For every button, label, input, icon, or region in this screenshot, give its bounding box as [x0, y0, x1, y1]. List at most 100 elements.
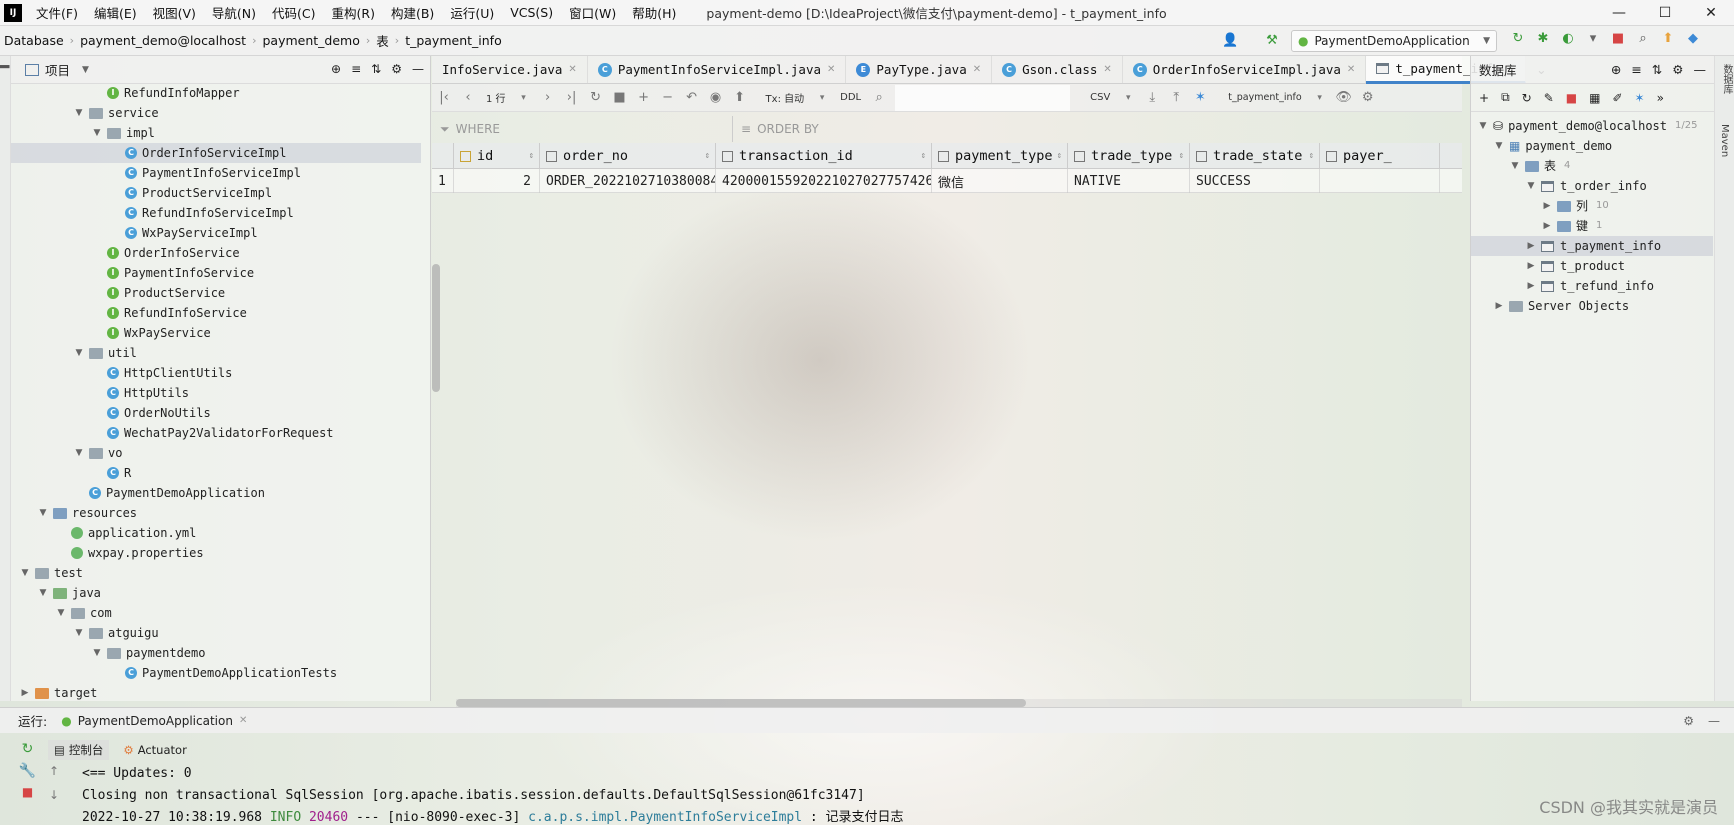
close-icon[interactable]: ✕: [827, 64, 835, 75]
breadcrumb-schema[interactable]: payment_demo: [258, 33, 363, 48]
close-icon[interactable]: ✕: [1103, 64, 1111, 75]
gear-icon[interactable]: ⚙: [1672, 62, 1683, 77]
tree-item[interactable]: CR: [11, 463, 421, 483]
db-tree-item[interactable]: ▼ ⛁ payment_demo@localhost 1/25: [1471, 116, 1713, 136]
previous-page-icon[interactable]: ‹: [456, 90, 480, 105]
chevron-right-icon[interactable]: ▶: [1493, 296, 1505, 316]
tree-item[interactable]: C OrderInfoServiceImpl: [11, 143, 421, 163]
chevron-down-icon[interactable]: ▼: [73, 343, 85, 363]
tree-item[interactable]: I ProductService: [11, 283, 421, 303]
breadcrumb-connection[interactable]: payment_demo@localhost: [76, 33, 250, 48]
tab-actuator[interactable]: ⚙ Actuator: [123, 743, 186, 757]
gear-icon[interactable]: ⚙: [1683, 714, 1694, 728]
expand-all-icon[interactable]: ≡: [1631, 62, 1641, 77]
gear-icon[interactable]: ⚙: [1356, 90, 1380, 105]
stop-icon[interactable]: ■: [1566, 91, 1577, 105]
chevron-down-icon[interactable]: ▼: [73, 623, 85, 643]
chevron-down-icon[interactable]: ▼: [73, 103, 85, 123]
download-icon[interactable]: ⤓: [1140, 90, 1164, 105]
tree-item[interactable]: C PaymentDemoApplicationTests: [11, 663, 421, 683]
tab-console[interactable]: ▤ 控制台: [48, 740, 110, 760]
tree-item[interactable]: C RefundInfoServiceImpl: [11, 203, 421, 223]
tree-item[interactable]: ▼ java: [11, 583, 421, 603]
chevron-right-icon[interactable]: ▶: [19, 683, 31, 703]
stop-icon[interactable]: ■: [1610, 31, 1626, 47]
chevron-right-icon[interactable]: ▶: [1541, 216, 1553, 236]
db-tree-item[interactable]: ▶ Server Objects: [1471, 296, 1713, 316]
target-icon[interactable]: ⊕: [1611, 62, 1621, 77]
filter-icon[interactable]: ✶: [1635, 91, 1645, 105]
run-config-tab[interactable]: ● PaymentDemoApplication ✕: [61, 714, 247, 728]
tree-item[interactable]: ▼ resources: [11, 503, 421, 523]
grid-search-field[interactable]: [895, 84, 1071, 111]
editor-tab[interactable]: C PaymentInfoServiceImpl.java ✕: [588, 55, 847, 84]
preview-icon[interactable]: ◉: [704, 90, 728, 105]
chevron-down-icon[interactable]: ▼: [1477, 116, 1489, 136]
scrollbar-thumb[interactable]: [456, 699, 1026, 707]
db-tree-item[interactable]: ▶ t_payment_info: [1471, 236, 1713, 256]
editor-tab[interactable]: C OrderInfoServiceImpl.java ✕: [1123, 55, 1367, 84]
tree-item[interactable]: ▼ impl: [11, 123, 421, 143]
tree-item[interactable]: application.yml: [11, 523, 421, 543]
last-page-icon[interactable]: ›|: [560, 90, 584, 105]
db-tree-item[interactable]: ▶ 键 1: [1471, 216, 1713, 236]
delete-row-icon[interactable]: −: [656, 90, 680, 105]
hide-icon[interactable]: —: [1708, 714, 1720, 728]
editor-tab[interactable]: InfoService.java ✕: [432, 55, 588, 84]
database-stripe-tab[interactable]: 数据库: [1719, 64, 1734, 94]
sort-icon[interactable]: ⇕: [1179, 151, 1184, 161]
column-header[interactable]: transaction_id ⇕: [716, 143, 932, 169]
chevron-down-icon[interactable]: ▼: [55, 603, 67, 623]
minimize-button[interactable]: —: [1596, 0, 1642, 26]
column-header[interactable]: id ⇕: [454, 143, 540, 169]
chevron-right-icon[interactable]: ▶: [1525, 256, 1537, 276]
transaction-mode[interactable]: Tx: 自动: [760, 90, 811, 105]
expand-all-icon[interactable]: ≡: [351, 62, 361, 76]
chevron-down-icon[interactable]: ▼: [73, 443, 85, 463]
tree-item[interactable]: ▼ service: [11, 103, 421, 123]
column-header[interactable]: trade_type ⇕: [1068, 143, 1190, 169]
close-icon[interactable]: ✕: [973, 64, 981, 75]
tree-item[interactable]: C WechatPay2ValidatorForRequest: [11, 423, 421, 443]
chevron-down-icon[interactable]: ▼: [91, 643, 103, 663]
table-cell[interactable]: 4200001559202210270277574268: [716, 169, 932, 193]
db-tree-item[interactable]: ▼ ▦ payment_demo: [1471, 136, 1713, 156]
tree-item[interactable]: ▼ util: [11, 343, 421, 363]
update-icon[interactable]: ⬆: [1660, 31, 1676, 47]
tree-item[interactable]: C HttpClientUtils: [11, 363, 421, 383]
breadcrumb-table[interactable]: t_payment_info: [401, 33, 506, 48]
column-header[interactable]: trade_state ⇕: [1190, 143, 1320, 169]
hammer-icon[interactable]: ⚒: [1264, 33, 1280, 49]
tree-item[interactable]: I RefundInfoMapper: [11, 83, 421, 103]
upload-icon[interactable]: ⤒: [1164, 90, 1188, 105]
hide-icon[interactable]: —: [1694, 62, 1707, 77]
project-stripe-tab[interactable]: ▐: [0, 62, 9, 68]
gear-icon[interactable]: ⚙: [391, 62, 402, 76]
close-icon[interactable]: ✕: [239, 715, 247, 726]
table-cell[interactable]: ORDER_20221027103800846: [540, 169, 716, 193]
chevron-down-icon[interactable]: ▼: [19, 563, 31, 583]
tree-item[interactable]: I RefundInfoService: [11, 303, 421, 323]
tree-item[interactable]: I PaymentInfoService: [11, 263, 421, 283]
maximize-button[interactable]: ☐: [1642, 0, 1688, 26]
db-tree-item[interactable]: ▶ t_product: [1471, 256, 1713, 276]
db-tree-item[interactable]: ▶ 列 10: [1471, 196, 1713, 216]
chevron-right-icon[interactable]: ▶: [1541, 196, 1553, 216]
close-window-button[interactable]: ✕: [1688, 0, 1734, 26]
grid-horizontal-scrollbar[interactable]: [456, 699, 1462, 707]
chevron-down-icon[interactable]: ▾: [1308, 93, 1332, 103]
menu-refactor[interactable]: 重构(R): [324, 3, 383, 22]
project-panel-title[interactable]: 项目: [45, 60, 70, 79]
hide-icon[interactable]: —: [412, 62, 424, 76]
search-icon[interactable]: ⌕: [867, 90, 891, 105]
revert-icon[interactable]: ↶: [680, 90, 704, 105]
compare-icon[interactable]: ✶: [1188, 90, 1212, 105]
where-filter[interactable]: ⏷ WHERE: [432, 116, 732, 142]
run-configuration-select[interactable]: ● PaymentDemoApplication ▼: [1291, 30, 1497, 52]
table-row[interactable]: 1 2 ORDER_20221027103800846 420000155920221…: [432, 169, 1462, 193]
db-tree-item[interactable]: ▼ t_order_info: [1471, 176, 1713, 196]
table-cell[interactable]: 微信: [932, 169, 1068, 193]
search-everywhere-icon[interactable]: ⌕: [1635, 31, 1651, 47]
refresh-icon[interactable]: ↻: [1522, 91, 1532, 105]
menu-vcs[interactable]: VCS(S): [502, 5, 561, 20]
